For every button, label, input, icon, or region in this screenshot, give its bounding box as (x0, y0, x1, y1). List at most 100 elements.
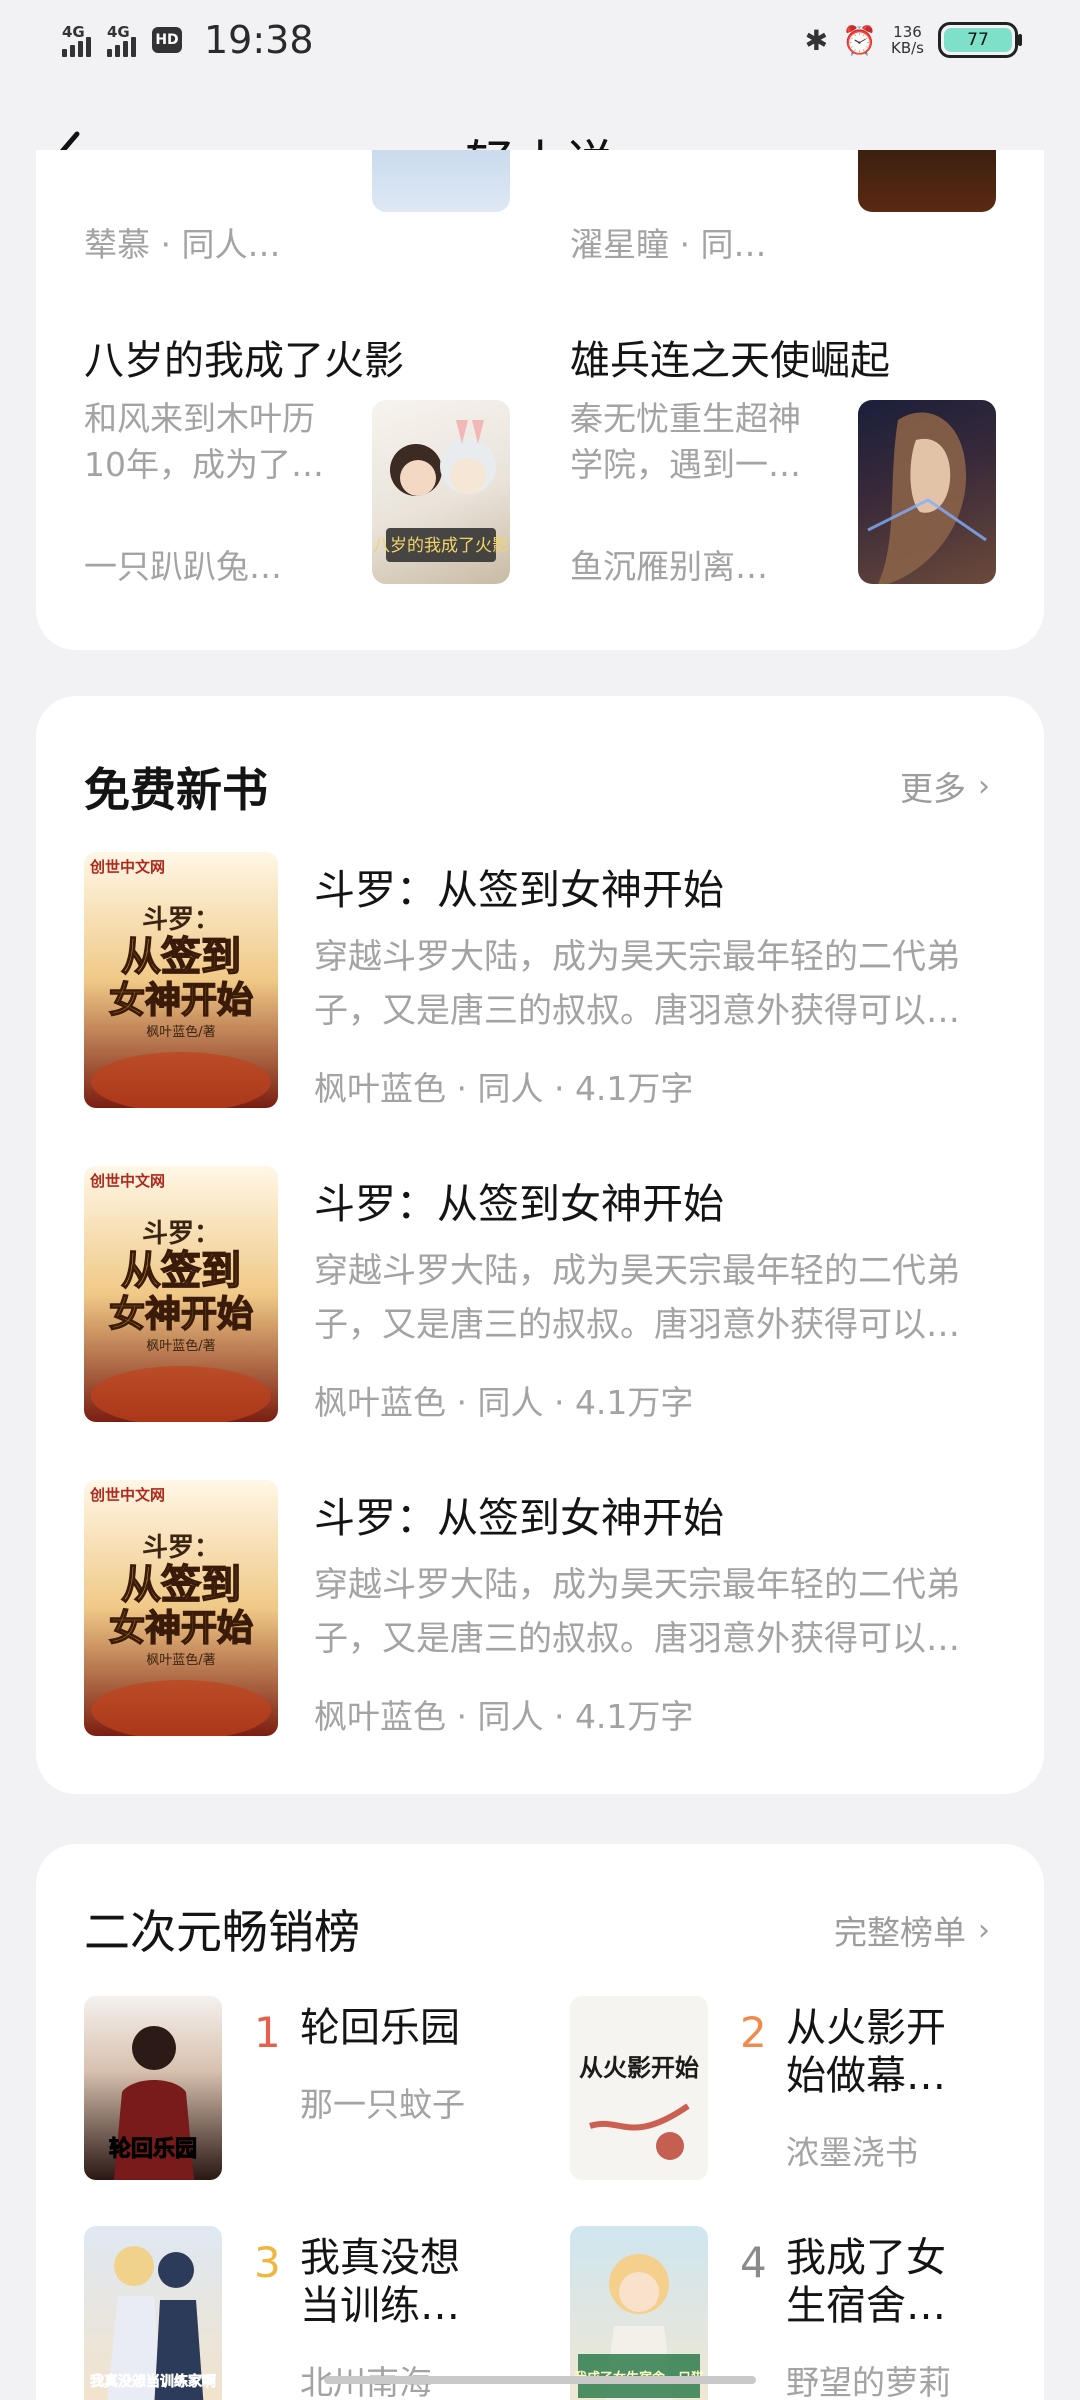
chevron-right-icon: › (978, 1912, 990, 1948)
more-label: 更多 (900, 769, 966, 808)
cover-text: 从火影开始 (579, 2053, 699, 2082)
signal-icon: 4G (62, 23, 91, 57)
bluetooth-icon: ✱ (804, 23, 829, 57)
ranking-item[interactable]: 从火影开始 2 从火影开始做幕… 浓墨浇书 (570, 1996, 1010, 2186)
cover-art (867, 412, 987, 584)
book-title: 斗罗：从签到女神开始 (314, 1494, 724, 1542)
home-indicator[interactable] (324, 2376, 756, 2384)
book-title: 斗罗：从签到女神开始 (314, 866, 724, 914)
book-description: 穿越斗罗大陆，成为昊天宗最年轻的二代弟子，又是唐三的叔叔。唐羽意外获得可以… (314, 1565, 960, 1659)
hd-voice-icon: HD (152, 27, 182, 53)
status-right: ✱ ⏰ 136 KB/s 77 (804, 22, 1022, 58)
book-cover: 八岁的我成了火影 (372, 400, 510, 584)
book-meta: 濯星瞳 · 同… (570, 225, 767, 264)
section-title: 免费新书 (84, 763, 268, 817)
network-type: 4G (107, 23, 130, 41)
more-link[interactable]: 更多 › (900, 762, 990, 810)
book-cover: 创世中文网 斗罗： 从签到 女神开始 枫叶蓝色/著 (84, 852, 278, 1108)
cover-art: 从火影开始 (579, 2053, 699, 2160)
book-title: 我成了女生宿舍… (786, 2235, 946, 2329)
cover-author: 枫叶蓝色/著 (146, 1024, 215, 1040)
cover-text: 女神开始 (109, 1293, 253, 1335)
book-grid-item[interactable]: 濯星瞳 · 同… (570, 150, 1020, 264)
book-meta: 枫叶蓝色 · 同人 · 4.1万字 (314, 1383, 694, 1422)
cover-art: 创世中文网 斗罗： 从签到 女神开始 枫叶蓝色/著 (84, 1166, 278, 1422)
book-list-item[interactable]: 创世中文网 斗罗： 从签到 女神开始 枫叶蓝色/著 斗罗：从签到女神开始 穿越斗… (84, 852, 996, 1110)
ranking-item[interactable]: 我真没想当训练家啊 3 我真没想当训练… 北川南海 (84, 2226, 524, 2400)
cover-author: 枫叶蓝色/著 (146, 1652, 215, 1668)
book-grid-card: 辇慕 · 同人… 濯星瞳 · 同… 八岁的我成了火影 和风来到木叶历10年，成为… (36, 150, 1044, 650)
book-cover (858, 400, 996, 584)
rank-number: 1 (254, 2008, 281, 2057)
cover-text: 八岁的我成了火影 (373, 536, 509, 556)
book-description: 穿越斗罗大陆，成为昊天宗最年轻的二代弟子，又是唐三的叔叔。唐羽意外获得可以… (314, 937, 960, 1031)
book-title: 斗罗：从签到女神开始 (314, 1180, 724, 1228)
cover-badge: 创世中文网 (89, 1486, 165, 1504)
signal-icon: 4G (107, 23, 136, 57)
book-description: 秦无忧重生超神学院，遇到一… (570, 399, 801, 484)
book-meta: 枫叶蓝色 · 同人 · 4.1万字 (314, 1697, 694, 1736)
rank-number: 3 (254, 2238, 281, 2287)
speed-value: 136 (893, 23, 922, 41)
cover-art: 创世中文网 斗罗： 从签到 女神开始 枫叶蓝色/著 (84, 1480, 278, 1736)
cover-text: 从签到 (121, 933, 241, 980)
cover-author: 枫叶蓝色/著 (146, 1338, 215, 1354)
cover-art: 我真没想当训练家啊 (90, 2246, 216, 2400)
book-cover: 创世中文网 斗罗： 从签到 女神开始 枫叶蓝色/著 (84, 1166, 278, 1422)
cover-text: 斗罗： (142, 905, 220, 935)
cover-text: 我真没想当训练家啊 (90, 2373, 216, 2390)
speed-unit: KB/s (891, 39, 924, 57)
book-title: 八岁的我成了火影 (84, 338, 404, 384)
cover-badge: 创世中文网 (89, 1172, 165, 1190)
book-list-item[interactable]: 创世中文网 斗罗： 从签到 女神开始 枫叶蓝色/著 斗罗：从签到女神开始 穿越斗… (84, 1166, 996, 1424)
cover-text: 从签到 (121, 1561, 241, 1608)
network-speed: 136 KB/s (891, 24, 924, 56)
book-list-item[interactable]: 创世中文网 斗罗： 从签到 女神开始 枫叶蓝色/著 斗罗：从签到女神开始 穿越斗… (84, 1480, 996, 1738)
book-cover: 创世中文网 斗罗： 从签到 女神开始 枫叶蓝色/著 (84, 1480, 278, 1736)
cover-text: 女神开始 (109, 1607, 253, 1649)
full-ranking-link[interactable]: 完整榜单 › (834, 1906, 990, 1954)
more-label: 完整榜单 (834, 1913, 966, 1952)
book-cover: 我成了女生宿舍一只猫 (570, 2226, 708, 2400)
cover-art: 轮回乐园 (108, 2026, 198, 2180)
chevron-right-icon: › (978, 768, 990, 804)
book-title: 雄兵连之天使崛起 (570, 338, 890, 384)
status-bar: 4G 4G HD 19:38 ✱ ⏰ 136 KB/s 77 (0, 0, 1080, 84)
ranking-item[interactable]: 我成了女生宿舍一只猫 4 我成了女生宿舍… 野望的萝莉 (570, 2226, 1010, 2400)
battery-icon: 77 (938, 22, 1022, 58)
cover-text: 轮回乐园 (109, 2136, 197, 2162)
book-grid-item[interactable]: 八岁的我成了火影 和风来到木叶历10年，成为了… 一只趴趴兔… 八岁的我成了火影 (84, 328, 534, 588)
rank-number: 4 (740, 2238, 767, 2287)
book-author: 一只趴趴兔… (84, 547, 282, 586)
battery-level: 77 (944, 28, 1012, 52)
cover-text: 斗罗： (142, 1533, 220, 1563)
book-meta: 辇慕 · 同人… (84, 225, 281, 264)
book-grid-item[interactable]: 辇慕 · 同人… (84, 150, 534, 264)
clock: 19:38 (204, 18, 314, 62)
book-description: 穿越斗罗大陆，成为昊天宗最年轻的二代弟子，又是唐三的叔叔。唐羽意外获得可以… (314, 1251, 960, 1345)
cover-art: 创世中文网 斗罗： 从签到 女神开始 枫叶蓝色/著 (84, 852, 278, 1108)
status-left: 4G 4G HD 19:38 (62, 18, 314, 62)
cover-art: 我成了女生宿舍一只猫 (574, 2254, 704, 2400)
rank-number: 2 (740, 2008, 767, 2057)
book-description: 和风来到木叶历10年，成为了… (84, 399, 324, 484)
cover-text: 女神开始 (109, 979, 253, 1021)
book-title: 轮回乐园 (300, 2005, 460, 2051)
book-author: 野望的萝莉 (786, 2363, 951, 2400)
ranking-item[interactable]: 轮回乐园 1 轮回乐园 那一只蚊子 (84, 1996, 524, 2186)
book-cover: 我真没想当训练家啊 (84, 2226, 222, 2400)
book-meta: 枫叶蓝色 · 同人 · 4.1万字 (314, 1069, 694, 1108)
book-cover (858, 150, 996, 212)
network-type: 4G (62, 23, 85, 41)
section-title: 二次元畅销榜 (84, 1905, 360, 1959)
book-grid-item[interactable]: 雄兵连之天使崛起 秦无忧重生超神学院，遇到一… 鱼沉雁别离… (570, 328, 1020, 588)
book-cover: 从火影开始 (570, 1996, 708, 2180)
ranking-section: 二次元畅销榜 完整榜单 › 轮回乐园 1 轮回乐园 那一只蚊子 从火影开始 2 … (36, 1844, 1044, 2400)
book-author: 那一只蚊子 (300, 2085, 465, 2124)
cover-art: 八岁的我成了火影 (373, 420, 509, 562)
cover-text: 斗罗： (142, 1219, 220, 1249)
book-author: 鱼沉雁别离… (570, 547, 768, 586)
book-cover (372, 150, 510, 212)
cover-text: 从签到 (121, 1247, 241, 1294)
book-cover: 轮回乐园 (84, 1996, 222, 2180)
